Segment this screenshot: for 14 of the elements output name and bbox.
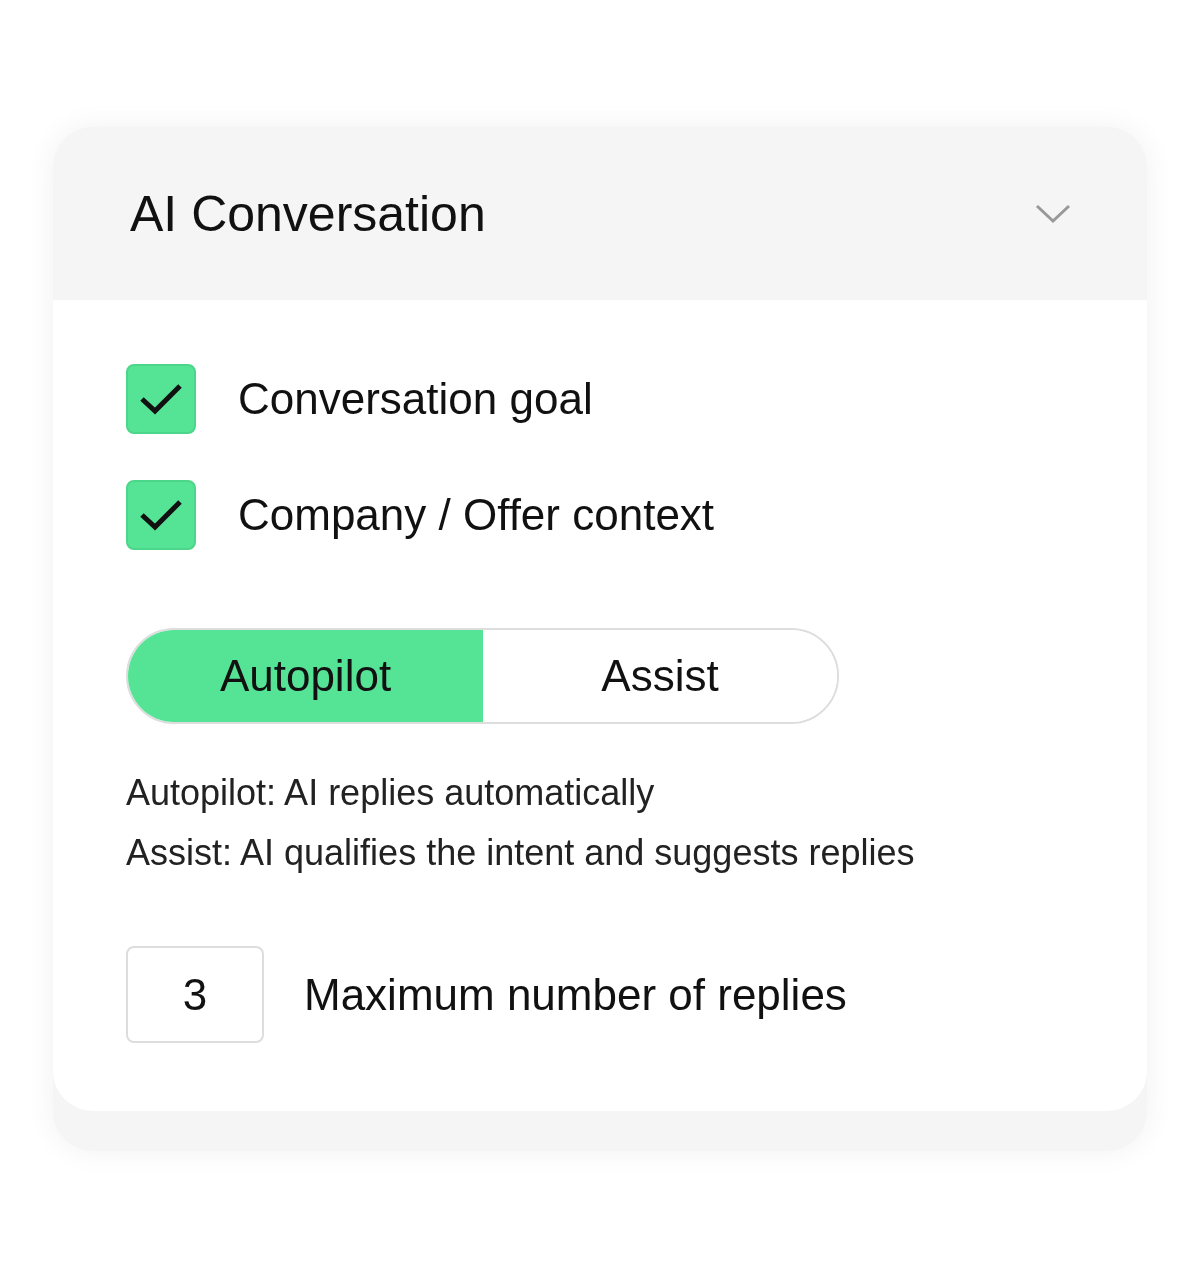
chevron-down-icon[interactable] xyxy=(1035,203,1071,224)
checkbox[interactable] xyxy=(126,364,196,434)
number-label: Maximum number of replies xyxy=(304,969,847,1020)
mode-description: Autopilot: AI replies automatically xyxy=(126,772,656,814)
checkmark-icon xyxy=(139,498,183,532)
number-input-field[interactable]: 3 xyxy=(126,946,264,1043)
checkbox-label: Conversation goal xyxy=(238,374,593,424)
panel-title: AI Conversation xyxy=(130,184,486,243)
mode-tab[interactable]: Autopilot xyxy=(128,630,483,722)
checkbox[interactable] xyxy=(126,480,196,550)
panel-header[interactable]: AI Conversation xyxy=(53,127,1147,300)
checkbox-label: Company / Offer context xyxy=(238,490,715,540)
checkmark-icon xyxy=(139,382,183,416)
mode-description: Assist: AI qualifies the intent and suggests replies xyxy=(126,832,916,874)
